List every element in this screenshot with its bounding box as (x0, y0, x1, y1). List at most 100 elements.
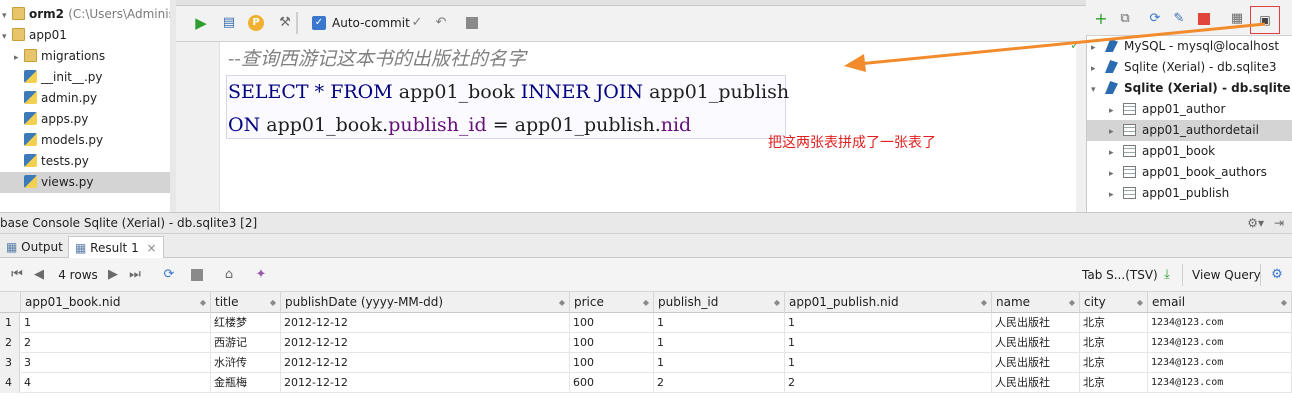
table-cell[interactable]: 北京 (1080, 373, 1148, 393)
sort-icon[interactable]: ◆ (643, 292, 649, 312)
project-root[interactable]: ▾ orm2 (C:\Users\Administrat (2, 4, 175, 25)
table-cell[interactable]: 人民出版社 (992, 313, 1080, 333)
db-table-app01-publish[interactable]: ▸ app01_publish (1109, 183, 1229, 204)
sort-icon[interactable]: ◆ (1281, 292, 1287, 312)
table-cell[interactable]: 100 (570, 353, 654, 373)
tree-item-views[interactable]: views.py (0, 172, 170, 193)
table-cell[interactable]: 1234@123.com (1148, 333, 1292, 353)
tree-item-models[interactable]: models.py (24, 130, 103, 151)
sort-icon[interactable]: ◆ (559, 292, 565, 312)
table-cell[interactable]: 北京 (1080, 333, 1148, 353)
table-cell[interactable]: 1 (785, 313, 992, 333)
table-cell[interactable]: 2012-12-12 (281, 313, 570, 333)
tree-item-tests[interactable]: tests.py (24, 151, 89, 172)
table-cell[interactable]: 1 (654, 353, 785, 373)
db-item-sqlite-2[interactable]: ▾ Sqlite (Xerial) - db.sqlite (1091, 78, 1291, 99)
chevron-right-icon[interactable]: ▸ (1109, 122, 1123, 143)
column-header-name[interactable]: name ◆ (992, 292, 1080, 313)
sort-icon[interactable]: ◆ (270, 292, 276, 312)
table-cell[interactable]: 600 (570, 373, 654, 393)
table-cell[interactable]: 北京 (1080, 353, 1148, 373)
table-cell[interactable]: 2012-12-12 (281, 333, 570, 353)
next-page-icon[interactable]: ▶ (104, 266, 122, 284)
table-cell[interactable]: 北京 (1080, 313, 1148, 333)
view-query-button[interactable]: View Query (1192, 268, 1261, 282)
sort-icon[interactable]: ◆ (1069, 292, 1075, 312)
gear-icon[interactable]: ⚙▾ (1247, 213, 1264, 234)
settings-wrench-icon[interactable]: ⚒ (276, 14, 294, 32)
commit-check-icon[interactable]: ✓ (408, 14, 426, 32)
tab-result-1[interactable]: ▦ Result 1 × (68, 236, 164, 258)
table-cell[interactable]: 1 (785, 353, 992, 373)
editor-tab-strip[interactable] (176, 0, 1086, 6)
settings-gear-icon[interactable]: ⚙ (1268, 266, 1286, 284)
sort-icon[interactable]: ◆ (981, 292, 987, 312)
table-cell[interactable]: 1234@123.com (1148, 353, 1292, 373)
table-cell[interactable]: 1234@123.com (1148, 373, 1292, 393)
sort-icon[interactable]: ◆ (1137, 292, 1143, 312)
hide-panel-icon[interactable]: ⇥ (1274, 213, 1284, 234)
sql-line-1[interactable]: SELECT * FROM app01_book INNER JOIN app0… (228, 79, 789, 105)
tree-item-apps[interactable]: apps.py (24, 109, 88, 130)
table-cell[interactable]: 2 (654, 373, 785, 393)
tree-item-admin[interactable]: admin.py (24, 88, 97, 109)
table-cell[interactable]: 4 (21, 373, 211, 393)
tree-item-migrations[interactable]: ▸ migrations (14, 46, 105, 67)
table-cell[interactable]: 100 (570, 313, 654, 333)
chevron-right-icon[interactable]: ▸ (14, 48, 24, 69)
close-icon[interactable]: × (147, 241, 157, 255)
table-cell[interactable]: 2 (785, 373, 992, 393)
parameters-icon[interactable]: P (248, 15, 264, 31)
column-header-price[interactable]: price ◆ (570, 292, 654, 313)
column-header-city[interactable]: city ◆ (1080, 292, 1148, 313)
column-header-app01-book-nid[interactable]: app01_book.nid ◆ (21, 292, 211, 313)
db-table-app01-author[interactable]: ▸ app01_author (1109, 99, 1225, 120)
chevron-right-icon[interactable]: ▸ (1109, 164, 1123, 185)
explain-plan-icon[interactable]: ▤ (220, 14, 238, 32)
tree-item-init[interactable]: __init__.py (24, 67, 103, 88)
sql-line-2[interactable]: ON app01_book.publish_id = app01_publish… (228, 112, 691, 138)
tab-output[interactable]: ▦ Output (0, 236, 69, 258)
export-format-dropdown[interactable]: Tab S...(TSV) (1082, 268, 1158, 282)
column-header-app01-publish-nid[interactable]: app01_publish.nid ◆ (785, 292, 992, 313)
run-icon[interactable]: ▶ (192, 14, 210, 32)
sort-icon[interactable]: ◆ (200, 292, 206, 312)
table-cell[interactable]: 3 (21, 353, 211, 373)
table-cell[interactable]: 1 (654, 313, 785, 333)
view-icon[interactable]: ⌂ (220, 266, 238, 284)
table-cell[interactable]: 2012-12-12 (281, 353, 570, 373)
sort-icon[interactable]: ◆ (774, 292, 780, 312)
column-header-publish-id[interactable]: publish_id ◆ (654, 292, 785, 313)
table-cell[interactable]: 人民出版社 (992, 353, 1080, 373)
row-number[interactable]: 1 (0, 313, 20, 333)
table-cell[interactable]: 1234@123.com (1148, 313, 1292, 333)
table-cell[interactable]: 人民出版社 (992, 333, 1080, 353)
column-header-publishdate[interactable]: publishDate (yyyy-MM-dd) ◆ (281, 292, 570, 313)
db-table-app01-authordetail[interactable]: ▸ app01_authordetail (1087, 120, 1292, 141)
table-cell[interactable]: 水浒传 (211, 353, 281, 373)
column-header-email[interactable]: email ◆ (1148, 292, 1292, 313)
chevron-down-icon[interactable]: ▾ (1091, 80, 1105, 101)
chevron-right-icon[interactable]: ▸ (1109, 101, 1123, 122)
column-header-title[interactable]: title ◆ (211, 292, 281, 313)
row-number[interactable]: 2 (0, 333, 20, 353)
previous-page-icon[interactable]: ◀ (30, 266, 48, 284)
auto-commit-checkbox[interactable]: ✓ (312, 16, 326, 30)
rollback-icon[interactable]: ↶ (432, 14, 450, 32)
refresh-icon[interactable]: ⟳ (160, 266, 178, 284)
first-page-icon[interactable]: ⏮ (8, 266, 26, 284)
row-number[interactable]: 3 (0, 353, 20, 373)
table-cell[interactable]: 1 (21, 313, 211, 333)
pin-icon[interactable]: ✦ (252, 266, 270, 284)
table-cell[interactable]: 2 (21, 333, 211, 353)
tree-item-app01[interactable]: ▾ app01 (2, 25, 67, 46)
last-page-icon[interactable]: ⏭ (126, 266, 144, 284)
db-table-app01-book[interactable]: ▸ app01_book (1109, 141, 1215, 162)
download-icon[interactable]: ⤓ (1158, 266, 1176, 284)
table-cell[interactable]: 1 (654, 333, 785, 353)
chevron-right-icon[interactable]: ▸ (1109, 143, 1123, 164)
db-table-app01-book-authors[interactable]: ▸ app01_book_authors (1109, 162, 1267, 183)
table-cell[interactable]: 红楼梦 (211, 313, 281, 333)
chevron-down-icon[interactable]: ▾ (2, 27, 12, 48)
chevron-right-icon[interactable]: ▸ (1109, 185, 1123, 206)
